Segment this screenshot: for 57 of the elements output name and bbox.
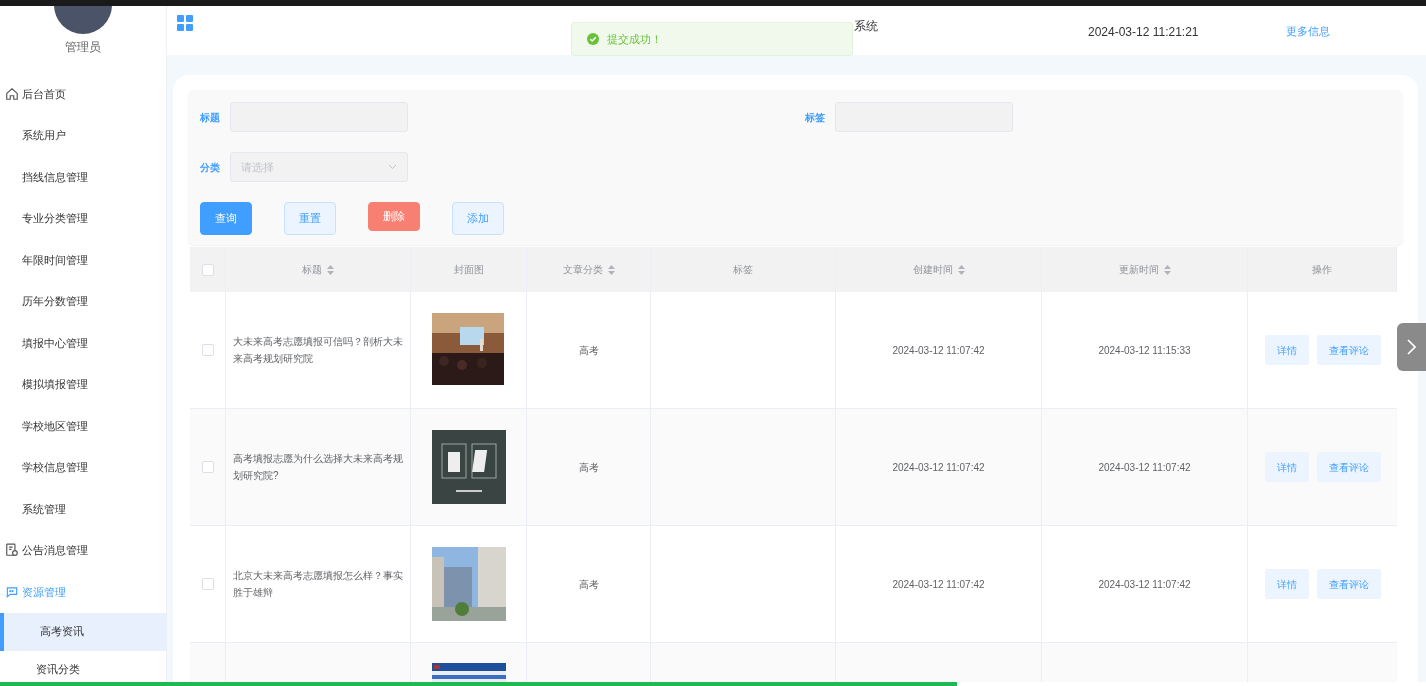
column-header: 创建时间	[912, 263, 953, 277]
next-page-button[interactable]	[1397, 323, 1426, 371]
menu-group[interactable]: 后台首页	[0, 73, 166, 115]
column-header: 标题	[302, 263, 322, 277]
column-header: 封面图	[453, 263, 484, 277]
table-cell-text: 高考填报志愿为什么选择大未来高考规划研究院?	[233, 452, 403, 483]
menu-item[interactable]: 学校信息管理	[0, 446, 166, 488]
menu-item[interactable]: 挡线信息管理	[0, 156, 166, 198]
menu-item[interactable]: 高考资讯	[0, 612, 166, 651]
table-cell-text: 大未来高考志愿填报可信吗？剖析大未来高考规划研究院	[233, 335, 403, 366]
menu-item[interactable]: 资讯分类	[0, 650, 166, 682]
sort-icon[interactable]	[607, 264, 615, 275]
field-label: 标题	[200, 110, 221, 125]
chevron-down-icon	[388, 164, 397, 170]
table-cell-text: 2024-03-12 11:15:33	[1098, 343, 1191, 358]
table-cell-text: 2024-03-12 11:07:42	[1098, 460, 1191, 475]
checkbox[interactable]	[201, 344, 214, 356]
sort-icon[interactable]	[1163, 264, 1171, 275]
sort-icon[interactable]	[327, 264, 334, 275]
table-cell-text: 2024-03-12 11:07:42	[892, 460, 985, 475]
toast-message: 提交成功！	[607, 31, 662, 47]
table-cell-text: 北京大未来高考志愿填报怎么样？事实胜于雄辩	[233, 569, 403, 600]
column-header: 更新时间	[1118, 263, 1159, 277]
home-icon	[5, 86, 19, 101]
column-header: 文章分类	[562, 263, 603, 277]
menu-item[interactable]: 模拟填报管理	[0, 363, 166, 405]
chat-icon	[5, 584, 19, 599]
checkbox[interactable]	[201, 461, 214, 473]
system-title: 系统	[854, 18, 878, 35]
checkbox[interactable]	[201, 263, 214, 276]
table-cell-text: 2024-03-12 11:07:42	[1098, 577, 1191, 592]
avatar	[54, 6, 112, 34]
table-cell-text: 高考	[578, 460, 599, 475]
field-label: 分类	[200, 160, 221, 175]
menu-item[interactable]: 学校地区管理	[0, 405, 166, 447]
document-icon	[5, 543, 19, 558]
sort-icon[interactable]	[957, 264, 965, 275]
menu-group[interactable]: 公告消息管理	[0, 529, 166, 571]
table-cell-text: 高考	[578, 577, 599, 592]
column-header: 标签	[733, 263, 753, 277]
menu-item[interactable]: 专业分类管理	[0, 197, 166, 239]
menu-item[interactable]: 填报中心管理	[0, 322, 166, 364]
date-time: 2024-03-12 11:21:21	[1088, 24, 1199, 41]
chevron-right-icon	[1407, 339, 1416, 355]
checkbox[interactable]	[201, 578, 214, 590]
user-name: 管理员	[65, 39, 101, 55]
menu-item[interactable]: 系统用户	[0, 114, 166, 156]
table-cell-text: 2024-03-12 11:07:42	[892, 343, 985, 358]
column-header: 操作	[1312, 263, 1332, 277]
check-circle-icon	[587, 33, 599, 45]
menu-item[interactable]: 年限时间管理	[0, 239, 166, 281]
grid-icon[interactable]	[177, 15, 193, 31]
field-label: 标签	[805, 110, 826, 125]
menu-item[interactable]: 历年分数管理	[0, 280, 166, 322]
table-cell-text: 2024-03-12 11:07:42	[892, 577, 985, 592]
table-cell-text: 高考	[578, 343, 599, 358]
menu-item[interactable]: 系统管理	[0, 488, 166, 530]
